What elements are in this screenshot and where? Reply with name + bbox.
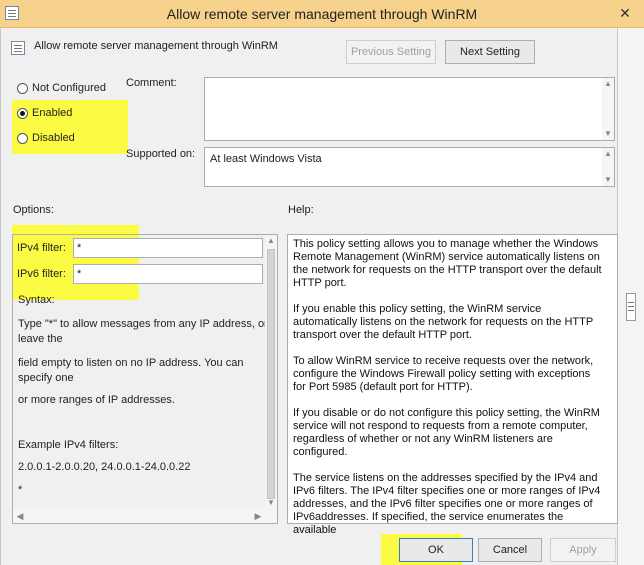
radio-label: Not Configured xyxy=(32,82,106,94)
syntax-line-2: field empty to listen on no IP address. … xyxy=(18,357,244,384)
help-paragraph: If you disable or do not configure this … xyxy=(293,407,600,458)
scroll-down-icon[interactable]: ▼ xyxy=(602,174,614,186)
scroll-up-icon[interactable]: ▲ xyxy=(602,148,614,160)
scroll-right-icon[interactable]: ▶ xyxy=(251,509,265,523)
options-horizontal-scrollbar[interactable]: ◀ ▶ xyxy=(13,509,277,523)
radio-not-configured[interactable]: Not Configured xyxy=(17,80,106,96)
ipv4-filter-input[interactable]: * xyxy=(73,238,263,258)
scroll-down-icon[interactable]: ▼ xyxy=(602,128,614,140)
page-scrollbar-thumb[interactable] xyxy=(626,293,636,321)
scroll-up-icon[interactable]: ▲ xyxy=(602,78,614,90)
options-scroll-thumb[interactable] xyxy=(267,249,275,499)
radio-selected-icon[interactable] xyxy=(17,107,28,119)
window-title: Allow remote server management through W… xyxy=(166,6,478,22)
radio-disabled[interactable]: Disabled xyxy=(17,130,75,146)
help-paragraph: To allow WinRM service to receive reques… xyxy=(293,355,594,393)
next-setting-button[interactable]: Next Setting xyxy=(445,40,535,64)
policy-dialog: Allow remote server management through W… xyxy=(0,28,618,565)
ipv4-filter-label: IPv4 filter: xyxy=(17,242,66,254)
help-paragraph: If you enable this policy setting, the W… xyxy=(293,303,593,341)
scroll-left-icon[interactable]: ◀ xyxy=(13,509,27,523)
radio-circle-icon[interactable] xyxy=(17,132,28,144)
policy-title: Allow remote server management through W… xyxy=(34,40,278,52)
ipv6-filter-row: IPv6 filter: xyxy=(17,264,66,284)
scroll-grip-icon xyxy=(628,310,634,311)
help-label: Help: xyxy=(288,204,314,216)
scroll-grip-icon xyxy=(628,306,634,307)
title-bar: Allow remote server management through W… xyxy=(0,0,644,28)
syntax-line-3: or more ranges of IP addresses. xyxy=(18,394,175,406)
apply-button[interactable]: Apply xyxy=(550,538,616,562)
supported-on-field: At least Windows Vista ▲ ▼ xyxy=(204,147,615,187)
radio-circle-icon[interactable] xyxy=(17,82,28,94)
ok-button[interactable]: OK xyxy=(399,538,473,562)
syntax-line-1: Type "*" to allow messages from any IP a… xyxy=(18,318,268,345)
radio-label: Disabled xyxy=(32,132,75,144)
close-icon[interactable]: ✕ xyxy=(614,3,636,23)
radio-enabled[interactable]: Enabled xyxy=(17,105,72,121)
supported-on-label: Supported on: xyxy=(126,148,196,160)
comment-scrollbar[interactable]: ▲ ▼ xyxy=(602,78,614,140)
scroll-down-icon[interactable]: ▼ xyxy=(265,497,277,509)
options-label: Options: xyxy=(13,204,54,216)
example-more: * xyxy=(18,484,23,496)
radio-label: Enabled xyxy=(32,107,73,119)
supported-on-value: At least Windows Vista xyxy=(210,153,322,165)
previous-setting-button[interactable]: Previous Setting xyxy=(346,40,436,64)
options-panel: IPv4 filter: * IPv6 filter: * Syntax: Ty… xyxy=(12,234,278,524)
example-heading: Example IPv4 filters: xyxy=(18,439,119,451)
ipv6-filter-input[interactable]: * xyxy=(73,264,263,284)
scroll-grip-icon xyxy=(628,302,634,303)
help-paragraph: This policy setting allows you to manage… xyxy=(293,238,602,289)
options-vertical-scrollbar[interactable]: ▲ ▼ xyxy=(265,235,277,509)
policy-icon xyxy=(11,41,25,55)
example-value: 2.0.0.1-2.0.0.20, 24.0.0.1-24.0.0.22 xyxy=(18,461,191,473)
ipv4-filter-row: IPv4 filter: xyxy=(17,238,66,258)
supported-scrollbar[interactable]: ▲ ▼ xyxy=(602,148,614,186)
comment-label: Comment: xyxy=(126,77,177,89)
help-panel: This policy setting allows you to manage… xyxy=(287,234,618,536)
cancel-button[interactable]: Cancel xyxy=(478,538,542,562)
help-paragraph: The service listens on the addresses spe… xyxy=(293,472,601,536)
scroll-up-icon[interactable]: ▲ xyxy=(265,235,277,247)
ipv6-filter-label: IPv6 filter: xyxy=(17,268,66,280)
comment-textarea[interactable]: ▲ ▼ xyxy=(204,77,615,141)
syntax-heading: Syntax: xyxy=(18,294,55,306)
page-scrollbar[interactable] xyxy=(618,28,644,565)
help-text: This policy setting allows you to manage… xyxy=(293,238,605,550)
